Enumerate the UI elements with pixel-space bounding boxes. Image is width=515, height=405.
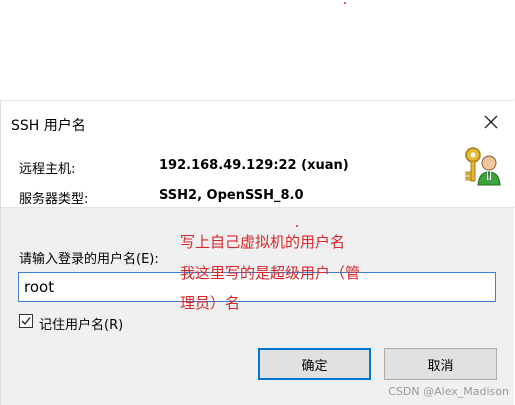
dialog-title: SSH 用户名 (11, 118, 86, 134)
checkbox-box[interactable] (19, 314, 33, 328)
remember-username-label: 记住用户名(R) (39, 318, 124, 333)
server-type-label: 服务器类型: (19, 192, 89, 207)
annotation-line-2: 我这里写的是超级用户（管 (180, 264, 361, 282)
annotation-line-1: 写上自己虚拟机的用户名 (180, 233, 346, 251)
annotation-dot (296, 225, 298, 227)
csdn-watermark: CSDN @Alex_Madison (388, 385, 509, 398)
title-bar: SSH 用户名 (1, 101, 514, 145)
key-user-icon (459, 145, 503, 189)
close-icon (484, 115, 498, 129)
close-button[interactable] (482, 113, 500, 131)
remote-host-value: 192.168.49.129:22 (xuan) (159, 158, 349, 173)
annotation-line-3: 理员）名 (180, 294, 241, 312)
check-icon (21, 317, 31, 326)
ssh-username-dialog: SSH 用户名 远程主机: 192.168.49.129:22 (xuan) 服… (0, 100, 514, 405)
annotation-dot (344, 2, 346, 4)
server-type-value: SSH2, OpenSSH_8.0 (159, 188, 304, 203)
remote-host-label: 远程主机: (19, 162, 76, 177)
ok-button[interactable]: 确定 (258, 348, 371, 380)
username-prompt-label: 请输入登录的用户名(E): (19, 252, 159, 267)
cancel-button[interactable]: 取消 (384, 348, 497, 380)
